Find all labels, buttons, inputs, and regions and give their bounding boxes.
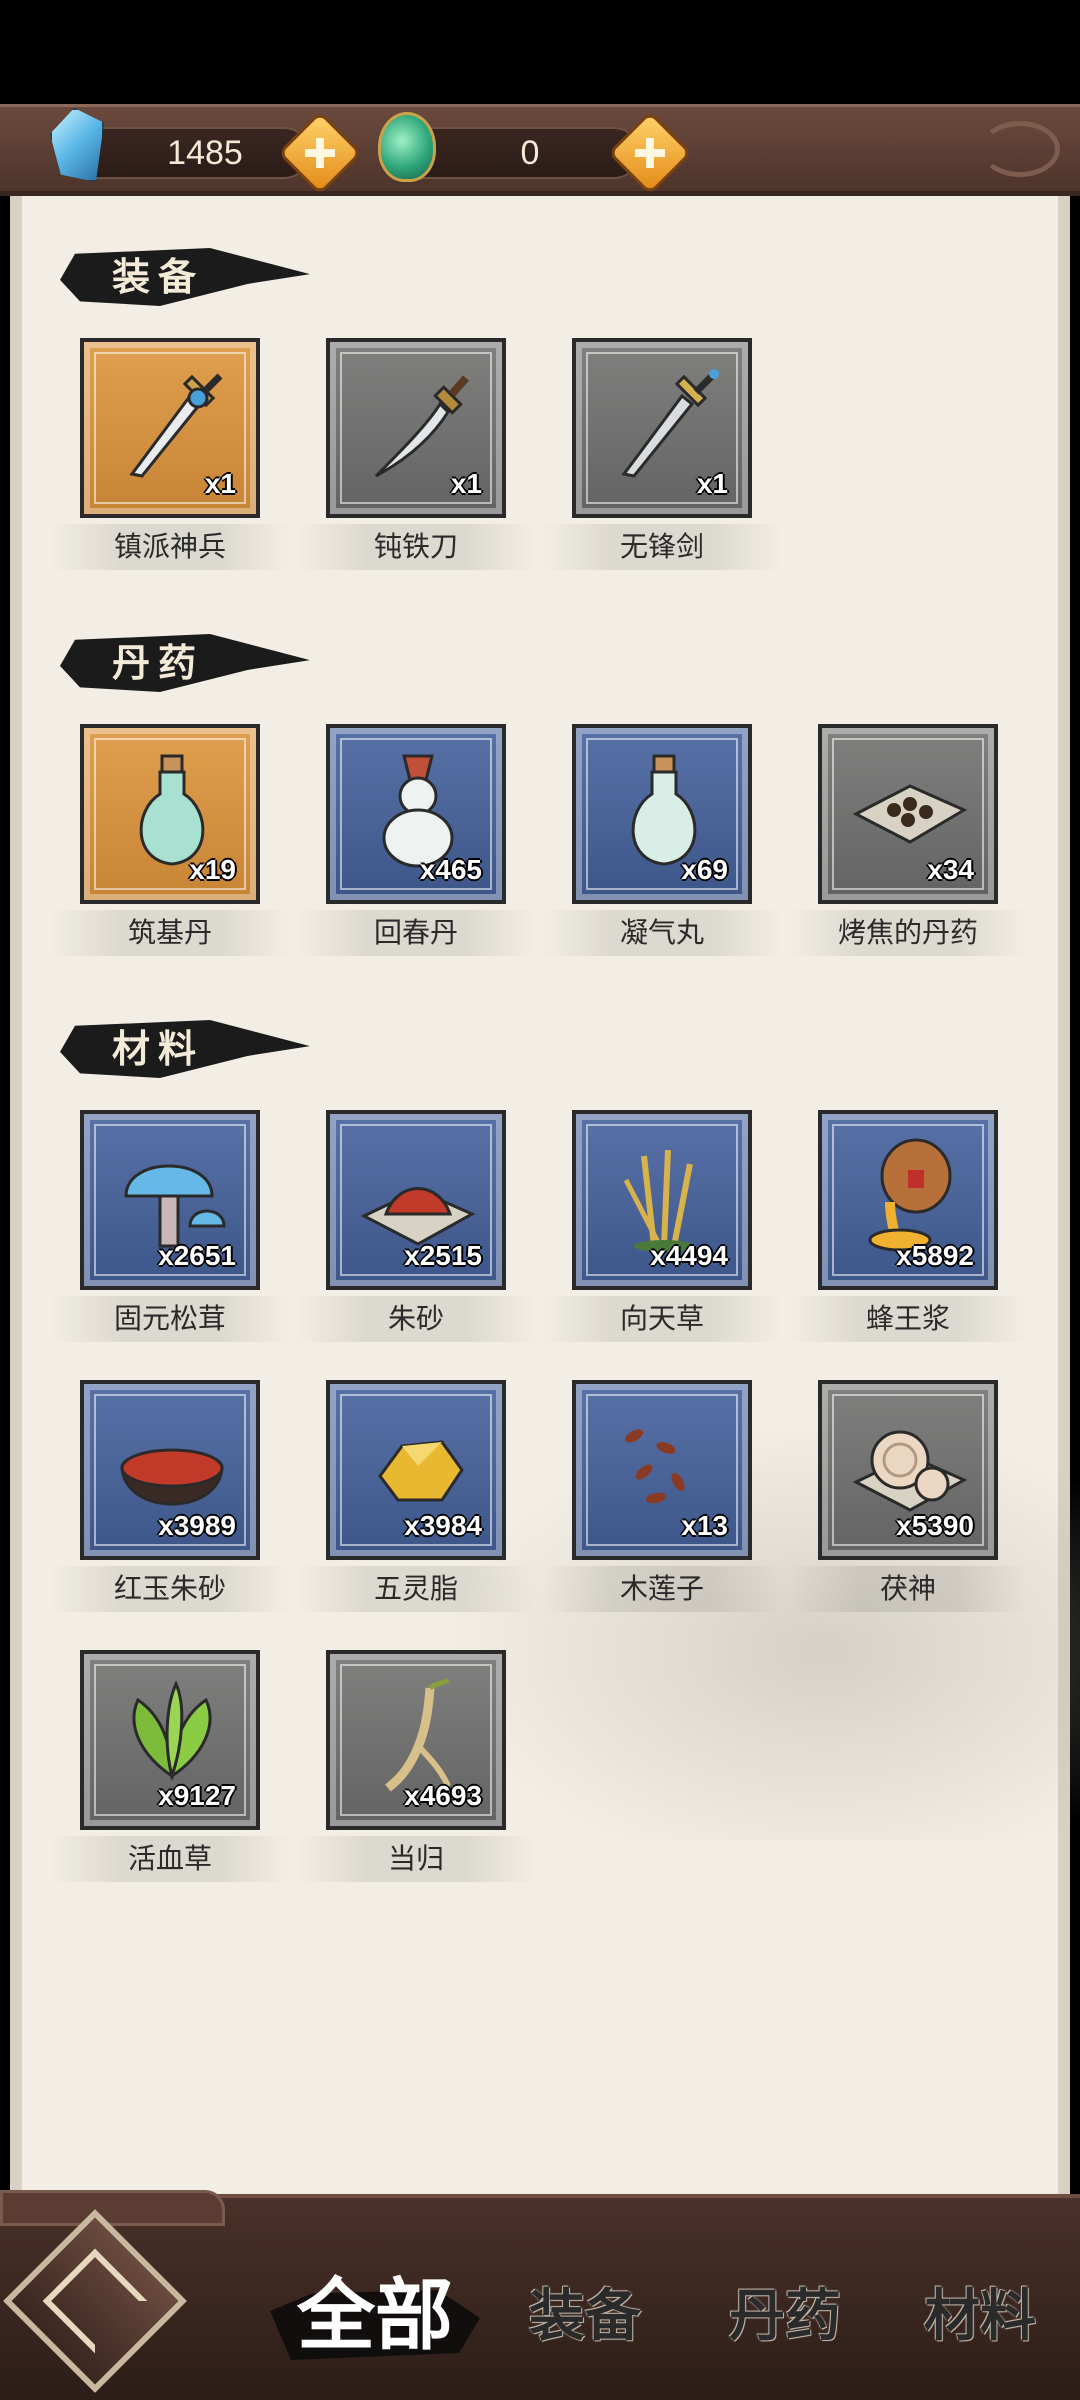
item-quantity: x4693 (404, 1780, 482, 1811)
fungus-slices-icon (852, 1430, 968, 1512)
item-tile[interactable]: x69 (572, 724, 752, 904)
item-name: 烤焦的丹药 (788, 910, 1028, 956)
item-name: 五灵脂 (296, 1566, 536, 1612)
item-name: 朱砂 (296, 1296, 536, 1342)
item-name: 当归 (296, 1836, 536, 1882)
item-name: 镇派神兵 (50, 524, 290, 570)
item-tile[interactable]: x1 (572, 338, 752, 518)
item-tile[interactable]: x3984 (326, 1380, 506, 1560)
item-quantity: x2515 (404, 1240, 482, 1271)
item-tile[interactable]: x5390 (818, 1380, 998, 1560)
item-quantity: x9127 (158, 1780, 236, 1811)
red-powder-bowl-icon (120, 1448, 224, 1506)
item-quantity: x1 (204, 468, 236, 499)
item-tile[interactable]: x3989 (80, 1380, 260, 1560)
item-quantity: x5892 (896, 1240, 974, 1271)
item-quantity: x34 (927, 854, 974, 885)
golden-grass-icon (623, 1149, 694, 1252)
item-quantity: x465 (419, 854, 482, 885)
item-name: 蜂王浆 (788, 1296, 1028, 1342)
item-name: 无锋剑 (542, 524, 782, 570)
jade-amount: 0 (520, 134, 540, 172)
item-quantity: x3984 (404, 1510, 482, 1541)
item-quantity: x2651 (158, 1240, 236, 1271)
item-tile[interactable]: x4494 (572, 1110, 752, 1290)
item-tile[interactable]: x13 (572, 1380, 752, 1560)
menu-emblem-icon (42, 2248, 148, 2354)
item-tile[interactable]: x4693 (326, 1650, 506, 1830)
item-tile[interactable]: x5892 (818, 1110, 998, 1290)
item-name: 木莲子 (542, 1566, 782, 1612)
item-name: 回春丹 (296, 910, 536, 956)
potion-bottle-icon (139, 754, 205, 866)
item-name: 固元松茸 (50, 1296, 290, 1342)
cloud-swirl-decoration (980, 121, 1060, 177)
seeds-icon (624, 1429, 685, 1504)
currency-bar: 1485 0 (0, 104, 1080, 196)
saber-icon (374, 375, 470, 478)
item-quantity: x1 (696, 468, 728, 499)
tab-all[interactable]: 全部 (270, 2266, 480, 2366)
item-name: 钝铁刀 (296, 524, 536, 570)
tab-materials[interactable]: 材料 (895, 2266, 1065, 2366)
item-quantity: x4494 (650, 1240, 728, 1271)
section-title-equipment: 装备 (112, 254, 205, 299)
item-tile[interactable]: x34 (818, 724, 998, 904)
root-icon (385, 1678, 451, 1792)
sword-icon (129, 373, 223, 478)
potion-bottle-icon (631, 754, 697, 866)
item-quantity: x13 (681, 1510, 728, 1541)
section-title-materials: 材料 (112, 1026, 205, 1071)
bottom-bar-cap (0, 2190, 225, 2226)
sword-icon (621, 369, 719, 478)
add-jade-button[interactable] (607, 110, 693, 196)
red-powder-icon (360, 1187, 476, 1246)
item-name: 向天草 (542, 1296, 782, 1342)
amber-resin-icon (378, 1440, 464, 1502)
item-name: 凝气丸 (542, 910, 782, 956)
item-quantity: x1 (450, 468, 482, 499)
item-name: 筑基丹 (50, 910, 290, 956)
item-quantity: x69 (681, 854, 728, 885)
item-tile[interactable]: x2651 (80, 1110, 260, 1290)
section-title-pills: 丹药 (112, 640, 205, 685)
item-name: 活血草 (50, 1836, 290, 1882)
burnt-pills-icon (852, 784, 968, 844)
item-tile[interactable]: x19 (80, 724, 260, 904)
add-crystals-button[interactable] (277, 110, 363, 196)
item-tile[interactable]: x465 (326, 724, 506, 904)
item-tile[interactable]: x1 (80, 338, 260, 518)
item-quantity: x5390 (896, 1510, 974, 1541)
item-quantity: x19 (189, 854, 236, 885)
crystal-amount: 1485 (167, 134, 243, 172)
item-tile[interactable]: x1 (326, 338, 506, 518)
item-name: 红玉朱砂 (50, 1566, 290, 1612)
tab-equipment[interactable]: 装备 (500, 2266, 670, 2366)
jade-coin-icon (378, 112, 436, 182)
green-herb-icon (132, 1680, 212, 1782)
gourd-bottle-icon (382, 754, 454, 868)
honey-jar-icon (868, 1138, 952, 1252)
item-tile[interactable]: x9127 (80, 1650, 260, 1830)
mushroom-icon (124, 1164, 226, 1248)
item-name: 茯神 (788, 1566, 1028, 1612)
item-quantity: x3989 (158, 1510, 236, 1541)
item-tile[interactable]: x2515 (326, 1110, 506, 1290)
tab-pills[interactable]: 丹药 (700, 2266, 870, 2366)
